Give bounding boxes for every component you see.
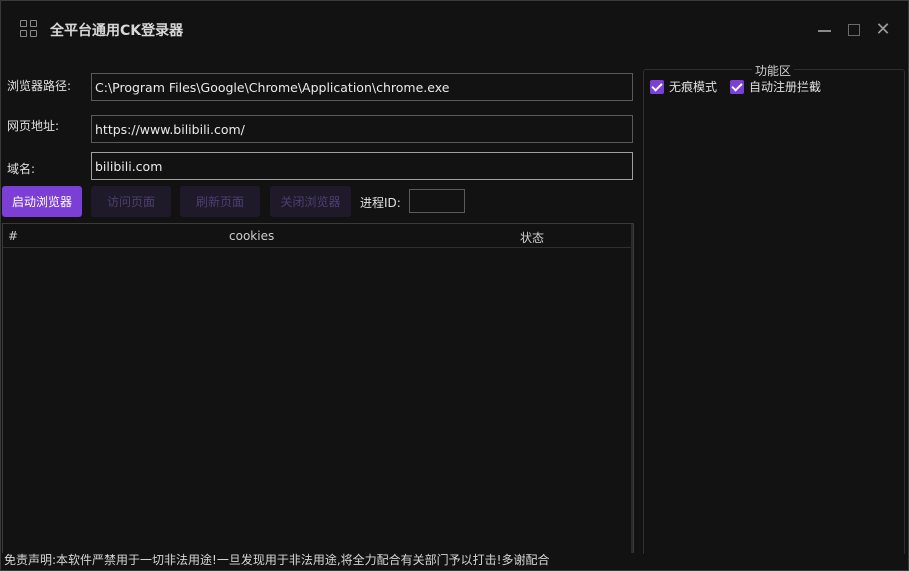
- browser-path-input[interactable]: [91, 73, 633, 101]
- close-browser-button[interactable]: 关闭浏览器: [270, 186, 351, 217]
- browser-path-label: 浏览器路径:: [7, 79, 72, 93]
- column-header-status[interactable]: 状态: [520, 229, 544, 246]
- grid-icon: [20, 20, 38, 38]
- refresh-page-button[interactable]: 刷新页面: [180, 186, 260, 217]
- table-scrollbar[interactable]: [631, 224, 633, 553]
- table-header: # cookies 状态: [3, 224, 631, 248]
- visit-page-button[interactable]: 访问页面: [91, 186, 171, 217]
- options-group-title: 功能区: [752, 62, 795, 79]
- pid-input[interactable]: [409, 189, 465, 213]
- url-label: 网页地址:: [7, 119, 60, 133]
- window-title: 全平台通用CK登录器: [50, 23, 184, 39]
- incognito-label: 无痕模式: [669, 80, 718, 94]
- checkmark-icon: [650, 79, 664, 94]
- auto-intercept-checkbox[interactable]: 自动注册拦截: [730, 78, 821, 95]
- domain-input[interactable]: [91, 152, 633, 180]
- column-header-cookies[interactable]: cookies: [229, 229, 274, 243]
- minimize-icon[interactable]: [817, 22, 833, 38]
- domain-label: 域名:: [7, 162, 36, 176]
- maximize-icon[interactable]: [846, 22, 862, 38]
- options-group: [643, 69, 905, 554]
- checkmark-icon: [730, 79, 744, 94]
- cookies-table[interactable]: # cookies 状态: [2, 223, 634, 553]
- column-header-index[interactable]: #: [8, 229, 18, 243]
- disclaimer-text: 免责声明:本软件严禁用于一切非法用途!一旦发现用于非法用途,将全力配合有关部门予…: [4, 553, 550, 567]
- launch-browser-button[interactable]: 启动浏览器: [2, 186, 82, 217]
- url-input[interactable]: [91, 115, 633, 143]
- auto-intercept-label: 自动注册拦截: [749, 80, 822, 94]
- close-icon[interactable]: ✕: [875, 21, 891, 39]
- incognito-checkbox[interactable]: 无痕模式: [650, 78, 717, 95]
- pid-label: 进程ID:: [360, 196, 401, 210]
